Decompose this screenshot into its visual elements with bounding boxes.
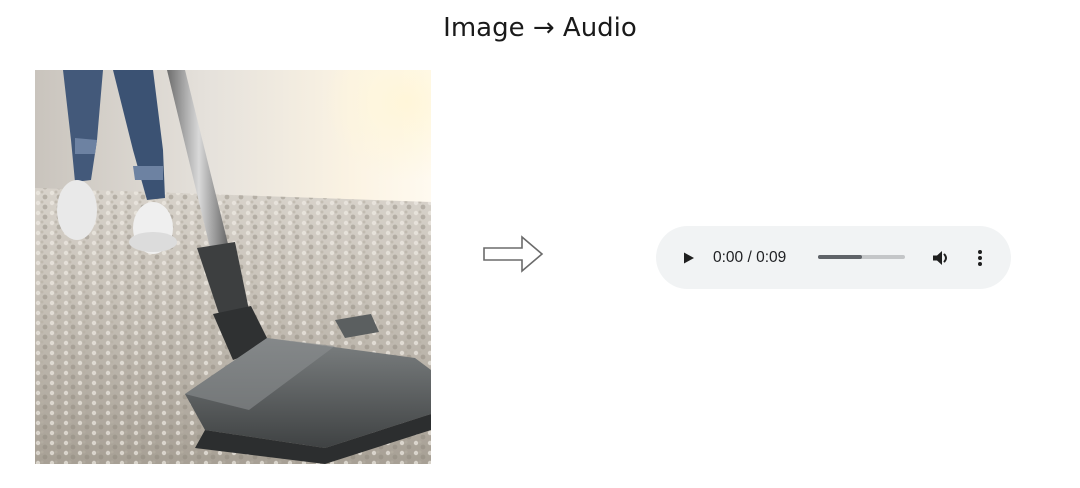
progress-fill	[818, 255, 862, 259]
right-outline-arrow-icon	[482, 234, 544, 274]
audio-player[interactable]: 0:00 / 0:09	[656, 226, 1011, 289]
page-title: Image → Audio	[443, 13, 637, 43]
play-icon[interactable]	[676, 246, 700, 270]
volume-icon[interactable]	[930, 246, 954, 270]
time-display: 0:00 / 0:09	[713, 249, 787, 266]
more-vert-icon[interactable]	[968, 246, 992, 270]
vacuum-carpet-image	[35, 70, 431, 464]
progress-bar[interactable]	[818, 255, 905, 259]
